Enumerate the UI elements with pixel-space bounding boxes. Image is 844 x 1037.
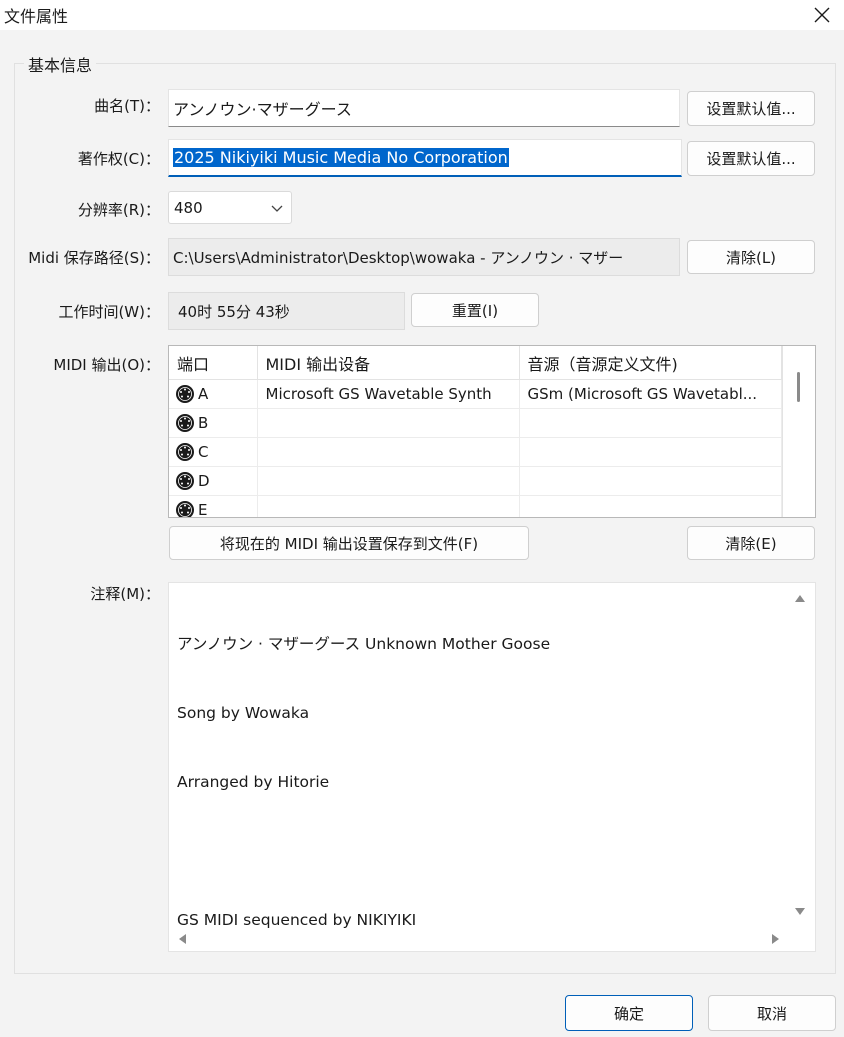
title-label: 曲名(T)：: [94, 97, 160, 115]
midi-output-table[interactable]: 端口 MIDI 输出设备 音源（音源定义文件) A Microsoft GS Wa…: [168, 345, 816, 518]
source-cell: [519, 437, 782, 467]
column-header-device[interactable]: MIDI 输出设备: [257, 346, 520, 380]
comment-line: アンノウン · マザーグース Unknown Mother Goose: [177, 635, 551, 653]
table-row[interactable]: D: [169, 466, 782, 496]
port-cell: D: [169, 466, 258, 496]
source-cell: [519, 466, 782, 496]
scroll-left-icon[interactable]: [177, 933, 187, 945]
copyright-input-value: 2025 Nikiyiki Music Media No Corporation: [173, 148, 509, 167]
close-icon: [814, 7, 830, 23]
title-default-button[interactable]: 设置默认值...: [687, 91, 815, 126]
clear-midi-button[interactable]: 清除(E): [687, 526, 815, 560]
save-midi-settings-button[interactable]: 将现在的 MIDI 输出设置保存到文件(F): [169, 526, 529, 560]
midi-port-icon: [176, 385, 194, 403]
device-cell: Microsoft GS Wavetable Synth: [257, 379, 520, 409]
title-input-value: アンノウン·マザーグース: [173, 100, 352, 119]
table-row[interactable]: C: [169, 437, 782, 467]
midi-output-label: MIDI 输出(O)：: [53, 356, 160, 374]
comment-textarea[interactable]: アンノウン · マザーグース Unknown Mother Goose Song…: [168, 582, 816, 952]
cancel-button[interactable]: 取消: [708, 995, 836, 1031]
basic-info-legend: 基本信息: [24, 52, 97, 76]
reset-time-button[interactable]: 重置(I): [411, 293, 539, 327]
port-letter: D: [198, 472, 210, 490]
table-row[interactable]: E: [169, 495, 782, 518]
comment-line: Arranged by Hitorie: [177, 773, 330, 791]
copyright-default-button[interactable]: 设置默认值...: [687, 141, 815, 176]
column-header-source[interactable]: 音源（音源定义文件): [519, 346, 782, 380]
device-cell: [257, 437, 520, 467]
clear-path-button[interactable]: 清除(L): [687, 240, 815, 274]
close-button[interactable]: [800, 0, 844, 30]
source-cell: GSm (Microsoft GS Wavetabl...: [519, 379, 782, 409]
port-cell: A: [169, 379, 258, 409]
column-header-port[interactable]: 端口: [169, 346, 258, 380]
save-path-field: C:\Users\Administrator\Desktop\wowaka - …: [168, 238, 680, 276]
midi-port-icon: [176, 472, 194, 490]
midi-port-icon: [176, 414, 194, 432]
scrollbar-thumb[interactable]: [797, 372, 800, 402]
scroll-up-icon[interactable]: [794, 593, 806, 603]
copyright-input[interactable]: 2025 Nikiyiki Music Media No Corporation: [168, 139, 682, 177]
title-bar: 文件属性: [0, 0, 844, 30]
device-cell: [257, 466, 520, 496]
port-letter: B: [198, 414, 209, 432]
port-letter: A: [198, 385, 209, 403]
ok-button[interactable]: 确定: [565, 995, 693, 1031]
comment-vertical-scrollbar[interactable]: [785, 583, 815, 927]
title-input[interactable]: アンノウン·マザーグース: [168, 89, 680, 127]
table-vertical-scrollbar[interactable]: [782, 346, 815, 517]
midi-port-icon: [176, 501, 194, 517]
port-letter: E: [198, 501, 208, 518]
work-time-field: 40时 55分 43秒: [168, 292, 405, 330]
resolution-select[interactable]: 480: [168, 191, 292, 224]
table-header-row: 端口 MIDI 输出设备 音源（音源定义文件): [169, 346, 782, 380]
comment-line: Song by Wowaka: [177, 704, 310, 722]
resolution-label: 分辨率(R)：: [77, 201, 160, 219]
scroll-right-icon[interactable]: [771, 933, 781, 945]
port-cell: C: [169, 437, 258, 467]
chevron-down-icon: [271, 205, 283, 212]
window-title: 文件属性: [4, 7, 69, 26]
comment-text: アンノウン · マザーグース Unknown Mother Goose Song…: [177, 587, 550, 978]
port-letter: C: [198, 443, 209, 461]
comment-label: 注释(M)：: [90, 585, 160, 603]
port-cell: B: [169, 408, 258, 438]
comment-line: [177, 840, 550, 863]
save-path-value: C:\Users\Administrator\Desktop\wowaka - …: [173, 248, 624, 267]
device-cell: [257, 495, 520, 517]
source-cell: [519, 408, 782, 438]
work-time-value: 40时 55分 43秒: [178, 302, 290, 321]
resolution-value: 480: [174, 198, 203, 217]
comment-horizontal-scrollbar[interactable]: [169, 927, 787, 951]
copyright-label: 著作权(C)：: [77, 150, 160, 168]
midi-port-icon: [176, 443, 194, 461]
table-row[interactable]: A Microsoft GS Wavetable Synth GSm (Micros…: [169, 379, 782, 409]
device-cell: [257, 408, 520, 438]
work-time-label: 工作时间(W)：: [58, 303, 160, 321]
save-path-label: Midi 保存路径(S)：: [28, 249, 160, 267]
source-cell: [519, 495, 782, 517]
scroll-down-icon[interactable]: [794, 907, 806, 917]
table-row[interactable]: B: [169, 408, 782, 438]
port-cell: E: [169, 495, 258, 518]
